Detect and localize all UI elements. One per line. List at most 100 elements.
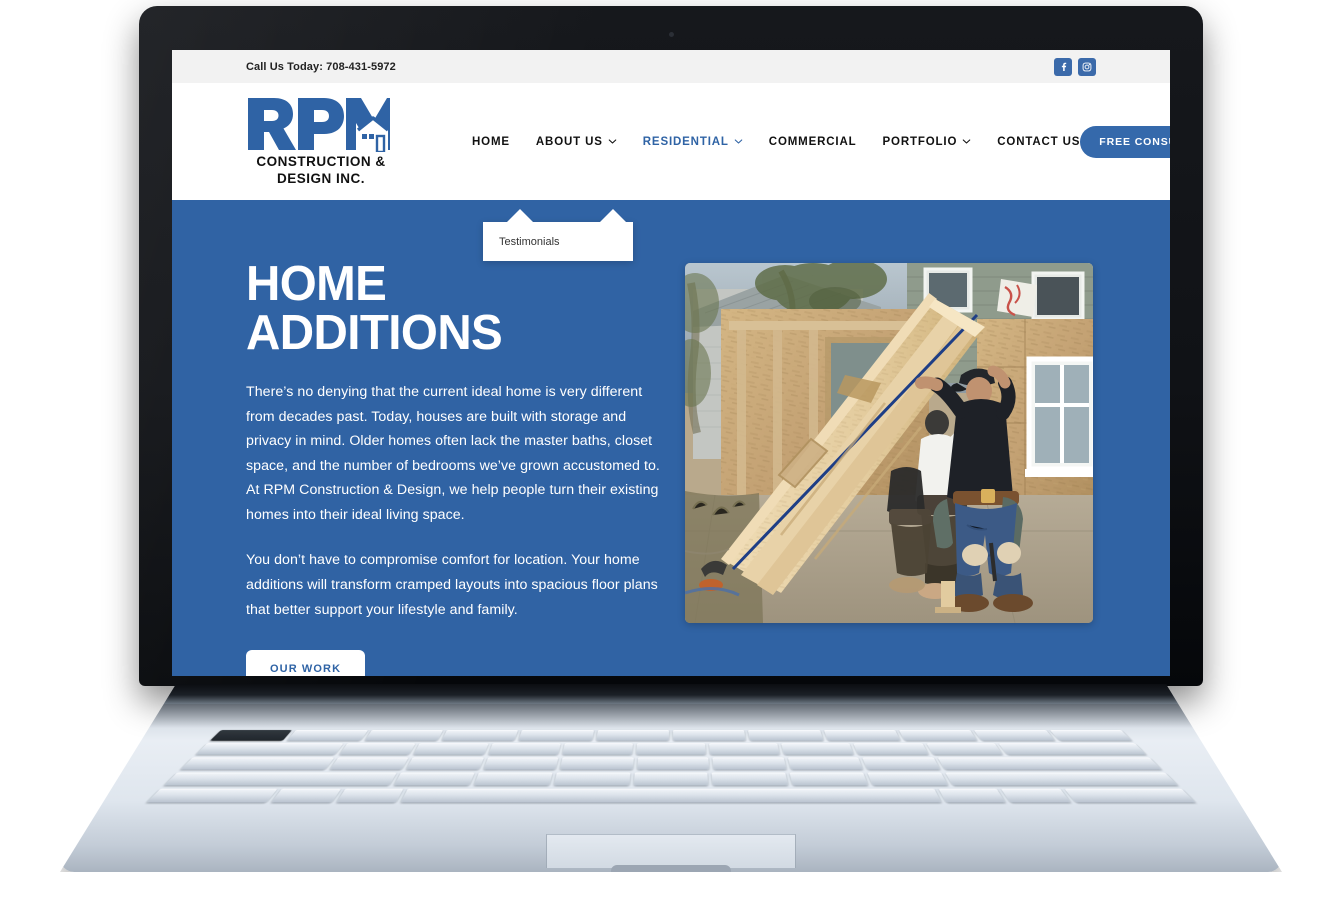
- main-navigation: HOME ABOUT US RESIDENTIAL COMMERCIAL POR…: [472, 136, 1080, 148]
- hero-paragraph-2: You don’t have to compromise comfort for…: [246, 552, 658, 618]
- facebook-icon[interactable]: [1054, 57, 1072, 76]
- key: [473, 772, 553, 786]
- webcam-icon: [668, 32, 674, 37]
- laptop-screen: Call Us Today: 708-431-5972 CONSTRUCTION…: [172, 50, 1170, 676]
- key: [898, 730, 978, 741]
- key: [561, 743, 633, 755]
- instagram-icon[interactable]: [1078, 57, 1096, 76]
- our-work-button[interactable]: OUR WORK: [246, 650, 366, 676]
- key: [823, 730, 901, 741]
- nav-item-residential[interactable]: RESIDENTIAL: [643, 136, 743, 148]
- key: [287, 730, 368, 741]
- chevron-down-icon: [962, 139, 971, 144]
- nav-label: HOME: [472, 135, 510, 148]
- key: [560, 757, 634, 770]
- key: [406, 757, 484, 770]
- logo-wordmark: CONSTRUCTION & DESIGN INC.: [246, 154, 396, 187]
- key: [998, 743, 1147, 755]
- logo-line-1: CONSTRUCTION &: [256, 154, 386, 170]
- nav-item-home[interactable]: HOME: [472, 136, 510, 148]
- key: [787, 757, 864, 770]
- key: [210, 730, 293, 741]
- key: [271, 788, 341, 803]
- nav-item-portfolio[interactable]: PORTFOLIO: [883, 136, 972, 148]
- key: [413, 743, 489, 755]
- key: [633, 772, 709, 786]
- residential-dropdown-menu: Testimonials: [483, 209, 633, 261]
- nav-item-about-us[interactable]: ABOUT US: [536, 136, 617, 148]
- key: [974, 730, 1055, 741]
- key: [553, 772, 630, 786]
- spacebar-key: [400, 788, 942, 803]
- laptop-keyboard: [146, 730, 1196, 803]
- laptop-base: [60, 684, 1282, 872]
- dropdown-notch-left: [507, 209, 533, 222]
- laptop-front-notch: [611, 865, 731, 872]
- hero-paragraph-1: There’s no denying that the current idea…: [246, 384, 660, 523]
- hero-text-column: HOME ADDITIONS There’s no denying that t…: [246, 260, 663, 676]
- social-links: [1054, 57, 1096, 76]
- key: [944, 772, 1179, 786]
- key: [1001, 788, 1071, 803]
- logo-line-2: DESIGN INC.: [276, 170, 365, 186]
- key: [180, 757, 334, 770]
- top-utility-bar: Call Us Today: 708-431-5972: [172, 50, 1170, 83]
- nav-label: COMMERCIAL: [768, 135, 857, 148]
- key: [712, 757, 787, 770]
- website-page: Call Us Today: 708-431-5972 CONSTRUCTION…: [172, 50, 1170, 676]
- key: [335, 788, 404, 803]
- nav-label: RESIDENTIAL: [642, 135, 729, 148]
- nav-label: CONTACT US: [997, 135, 1081, 148]
- nav-label: ABOUT US: [535, 135, 603, 148]
- key: [636, 743, 706, 755]
- site-header: CONSTRUCTION & DESIGN INC. HOME ABOUT US: [172, 83, 1170, 200]
- nav-item-contact-us[interactable]: CONTACT US: [997, 136, 1080, 148]
- hero-image-column: [685, 260, 1096, 676]
- key: [1049, 730, 1132, 741]
- dropdown-item-testimonials[interactable]: Testimonials: [483, 222, 633, 261]
- site-logo[interactable]: CONSTRUCTION & DESIGN INC.: [246, 96, 396, 187]
- key: [518, 730, 594, 741]
- key: [1064, 788, 1196, 803]
- chevron-down-icon: [734, 139, 743, 144]
- key: [862, 757, 940, 770]
- keyboard-row: [146, 788, 1196, 803]
- key: [441, 730, 519, 741]
- key: [853, 743, 929, 755]
- key: [483, 757, 559, 770]
- key: [712, 772, 789, 786]
- key: [673, 730, 747, 741]
- key: [709, 743, 781, 755]
- key: [329, 757, 409, 770]
- keyboard-row: [163, 772, 1179, 786]
- keyboard-row: [195, 743, 1147, 755]
- page-title: HOME ADDITIONS: [246, 257, 503, 360]
- key: [938, 788, 1007, 803]
- laptop-trackpad: [546, 834, 796, 868]
- key: [636, 757, 710, 770]
- keyboard-row: [180, 757, 1162, 770]
- key: [926, 743, 1003, 755]
- chevron-down-icon: [608, 139, 617, 144]
- phone-number-label: Call Us Today: 708-431-5972: [246, 60, 396, 73]
- keyboard-row: [210, 730, 1132, 741]
- free-consultation-button[interactable]: FREE CONSULTATION: [1080, 125, 1170, 158]
- key: [789, 772, 869, 786]
- key: [364, 730, 444, 741]
- key: [163, 772, 398, 786]
- key: [394, 772, 475, 786]
- key: [781, 743, 855, 755]
- nav-label: PORTFOLIO: [882, 135, 958, 148]
- rpm-logo-mark: [246, 96, 392, 153]
- hero-content: HOME ADDITIONS There’s no denying that t…: [172, 200, 1170, 676]
- hero-section: Testimonials HOME ADDITIONS There’s no d…: [172, 200, 1170, 676]
- key: [867, 772, 948, 786]
- key: [195, 743, 344, 755]
- deck-shadow: [60, 704, 1282, 728]
- hero-photo: [685, 263, 1093, 623]
- key: [595, 730, 669, 741]
- dropdown-notch-right: [600, 209, 626, 222]
- key: [339, 743, 416, 755]
- key: [937, 757, 1162, 770]
- nav-item-commercial[interactable]: COMMERCIAL: [769, 136, 857, 148]
